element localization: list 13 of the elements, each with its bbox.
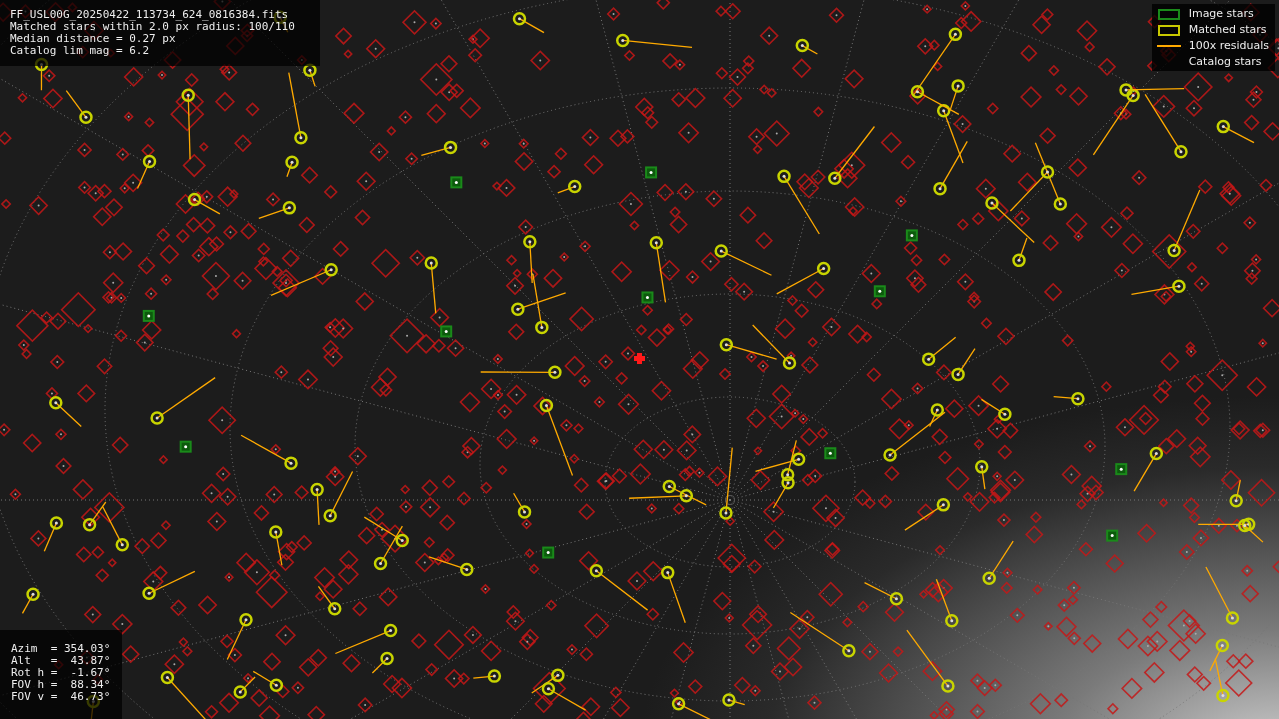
info-text: Median distance = 0.27 px — [10, 33, 177, 45]
pointing-text: Azim = 354.03° — [11, 642, 112, 654]
info-text: FF_USL00G_20250422_113734_624_0816384.fits — [10, 9, 290, 21]
legend-label: Catalog stars — [1188, 55, 1262, 69]
legend-label: Matched stars — [1188, 23, 1267, 37]
pointing-text: Rot h = -1.67° — [11, 666, 112, 678]
info-text: Catalog lim mag = 6.2 — [10, 45, 151, 57]
pointing-text: FOV v = 46.73° — [11, 690, 112, 702]
legend-label: 100x residuals — [1188, 39, 1269, 53]
pointing-text: FOV h = 88.34° — [11, 678, 112, 690]
pointing-text: Alt = 43.87° — [11, 654, 112, 666]
legend-label: Image stars — [1188, 7, 1254, 21]
info-text: Matched stars within 2.0 px radius: 100/110 — [10, 21, 296, 33]
